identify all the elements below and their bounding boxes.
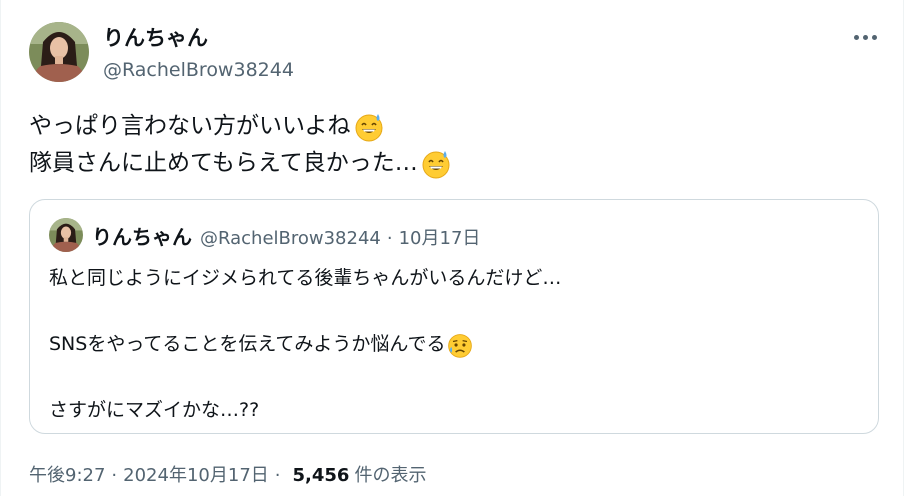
- display-name[interactable]: りんちゃん: [103, 24, 208, 52]
- quoted-tweet[interactable]: りんちゃん @RachelBrow38244 · 10月17日 私と同じようにイ…: [29, 199, 879, 434]
- tweet-text-line: 隊員さんに止めてもらえて良かった…: [29, 150, 418, 176]
- avatar[interactable]: [29, 22, 89, 82]
- tweet-text: やっぱり言わない方がいいよね 隊員さんに止めてもらえて良かった…: [29, 108, 452, 182]
- grinning-face-with-sweat-icon: [420, 148, 452, 180]
- grinning-face-with-sweat-icon: [353, 111, 385, 143]
- meta-separator: ·: [111, 465, 118, 486]
- quoted-user-handle[interactable]: @RachelBrow38244: [200, 228, 381, 249]
- user-handle[interactable]: @RachelBrow38244: [103, 57, 294, 83]
- sad-but-relieved-face-icon: [446, 331, 474, 359]
- more-options-icon[interactable]: [847, 22, 883, 52]
- quoted-text-line: 私と同じようにイジメられてる後輩ちゃんがいるんだけど…: [49, 267, 562, 289]
- tweet-time[interactable]: 午後9:27: [29, 461, 105, 487]
- tweet-text-line: やっぱり言わない方がいいよね: [29, 113, 351, 139]
- view-count-label: 件の表示: [354, 465, 427, 486]
- meta-separator: ·: [274, 465, 281, 486]
- quoted-text: 私と同じようにイジメられてる後輩ちゃんがいるんだけど… SNSをやってることを伝…: [49, 262, 561, 427]
- tweet-date[interactable]: 2024年10月17日: [123, 461, 269, 487]
- tweet-meta: 午後9:27 · 2024年10月17日 · 5,456 件の表示: [29, 461, 426, 487]
- tweet: りんちゃん @RachelBrow38244 やっぱり言わない方がいいよね 隊員…: [0, 0, 904, 496]
- quoted-header: りんちゃん @RachelBrow38244 · 10月17日: [92, 221, 480, 250]
- quoted-separator: ·: [386, 228, 393, 249]
- quoted-text-line: SNSをやってることを伝えてみようか悩んでる: [49, 333, 446, 355]
- quoted-avatar[interactable]: [49, 218, 83, 252]
- quoted-date[interactable]: 10月17日: [399, 224, 481, 250]
- quoted-text-line: さすがにマズイかな…??: [49, 399, 260, 421]
- view-count: 5,456: [292, 465, 350, 486]
- quoted-display-name[interactable]: りんちゃん: [92, 221, 192, 250]
